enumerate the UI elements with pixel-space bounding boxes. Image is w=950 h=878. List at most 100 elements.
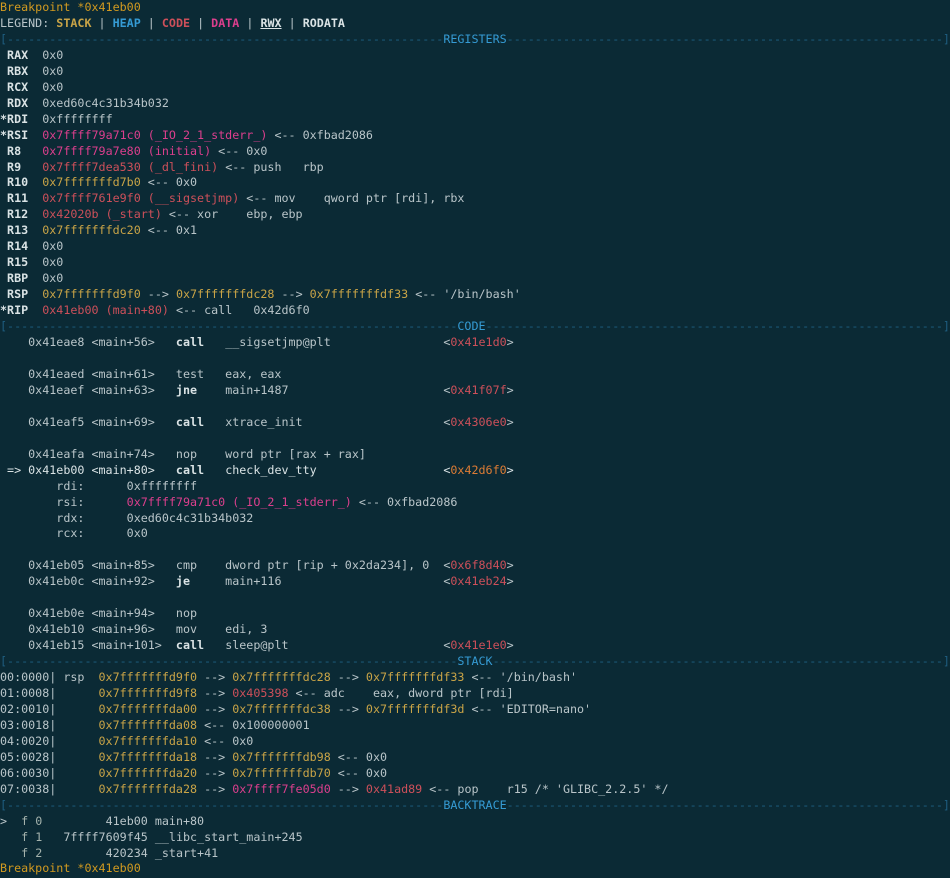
code-row: 0x41eb05 <main+85> cmp dword ptr [rip + … <box>0 558 950 574</box>
register-row-rbp: RBP 0x0 <box>0 271 950 287</box>
stack-row: 00:0000| rsp 0x7fffffffd9f0 --> 0x7fffff… <box>0 670 950 686</box>
token: --> <box>197 686 232 700</box>
section-separator-backtrace: [---------------------------------------… <box>0 798 950 814</box>
token: main+116 <box>190 574 443 588</box>
call-arg-row-rdi: rdi: 0xffffffff <box>0 479 950 495</box>
token: <-- 0xfbad2086 <box>267 128 373 142</box>
token: RSP <box>0 287 42 301</box>
token: | <box>190 16 211 30</box>
token: > <box>507 383 514 397</box>
token: <-- 0x100000001 <box>197 718 310 732</box>
token: 0x41eafa <main+74> <box>0 447 176 461</box>
backtrace-row: f 1 7ffff7609f45 __libc_start_main+245 <box>0 830 950 846</box>
separator-dashes: [---------------------------------------… <box>0 798 443 812</box>
call-arg-row-rsi: rsi: 0x7ffff79a71c0 (_IO_2_1_stderr_) <-… <box>0 495 950 511</box>
token: | <box>239 16 260 30</box>
separator-dashes: ----------------------------------------… <box>493 654 950 668</box>
token: nop word ptr [rax + rax] <box>176 447 366 461</box>
token: 0x7fffffffdb70 <box>232 766 331 780</box>
blank <box>0 399 7 413</box>
token: 0x7ffff761e9f0 (__sigsetjmp) <box>42 191 239 205</box>
token: | <box>91 16 112 30</box>
breakpoint-message: Breakpoint *0x41eb00 <box>0 0 950 16</box>
token: 0x7fffffffda10 <box>99 734 198 748</box>
breakpoint-message: Breakpoint *0x41eb00 <box>0 861 950 877</box>
section-label: BACKTRACE <box>443 798 506 812</box>
token: RAX <box>0 48 42 62</box>
token: 0x41eb0e <main+94> <box>0 606 176 620</box>
backtrace-row: f 2 420234 _start+41 <box>0 846 950 862</box>
token: <-- push rbp <box>218 160 324 174</box>
token: --> <box>197 766 232 780</box>
token: 0x41eb24 <box>450 574 506 588</box>
code-row-current: => 0x41eb00 <main+80> call check_dev_tty… <box>0 463 950 479</box>
token: 0x7fffffffda28 <box>99 782 198 796</box>
token <box>0 830 21 844</box>
stack-row: 03:0018| 0x7fffffffda08 <-- 0x100000001 <box>0 718 950 734</box>
code-row: 0x41eb0c <main+92> je main+116 <0x41eb24… <box>0 574 950 590</box>
token: 0x41e1e0 <box>450 638 506 652</box>
token: RBX <box>0 64 42 78</box>
token: 0xffffffff <box>42 112 112 126</box>
token: 00:0000| rsp <box>0 670 99 684</box>
token: mov edi, 3 <box>176 622 267 636</box>
token: rdx: 0xed60c4c31b34b032 <box>0 511 253 525</box>
token: 0x0 <box>42 239 63 253</box>
token: R14 <box>0 239 42 253</box>
register-row-rsp: RSP 0x7fffffffd9f0 --> 0x7fffffffdc28 --… <box>0 287 950 303</box>
token: 0x7ffff7dea530 (_dl_fini) <box>42 160 218 174</box>
token: <-- mov qword ptr [rdi], rbx <box>239 191 464 205</box>
token: 41eb00 main+80 <box>42 814 204 828</box>
token: --> <box>331 670 366 684</box>
register-row-r14: R14 0x0 <box>0 239 950 255</box>
token: RCX <box>0 80 42 94</box>
code-row: 0x41eaef <main+63> jne main+1487 <0x41f0… <box>0 383 950 399</box>
token: 0x7ffff79a7e80 (initial) <box>42 144 211 158</box>
token: RWX <box>260 16 281 30</box>
blank-line <box>0 590 950 606</box>
token: > <box>507 638 514 652</box>
token: <-- 0x0 <box>331 750 387 764</box>
token: 0x41eb05 <main+85> <box>0 558 176 572</box>
separator-dashes: ----------------------------------------… <box>486 319 950 333</box>
debugger-terminal[interactable]: Breakpoint *0x41eb00LEGEND: STACK | HEAP… <box>0 0 950 878</box>
register-row-r8: R8 0x7ffff79a7e80 (initial) <-- 0x0 <box>0 144 950 160</box>
token: <-- 0x0 <box>197 734 253 748</box>
blank <box>0 431 7 445</box>
token: 0x0 <box>42 255 63 269</box>
section-label: CODE <box>457 319 485 333</box>
separator-dashes: ----------------------------------------… <box>507 32 950 46</box>
token: Breakpoint *0x41eb00 <box>0 0 141 14</box>
blank-line <box>0 399 950 415</box>
code-row: 0x41eaed <main+61> test eax, eax <box>0 367 950 383</box>
token: 7ffff7609f45 __libc_start_main+245 <box>42 830 302 844</box>
token: 0x7fffffffd9f8 <box>99 686 198 700</box>
token: RBP <box>0 271 42 285</box>
register-row-rsi: *RSI 0x7ffff79a71c0 (_IO_2_1_stderr_) <-… <box>0 128 950 144</box>
token: 420234 _start+41 <box>42 846 218 860</box>
token: > <box>507 558 514 572</box>
token: 0x7fffffffdb98 <box>232 750 331 764</box>
token: 0x42d6f0 <box>450 463 506 477</box>
token: jne <box>176 383 197 397</box>
token: 0x41f07f <box>450 383 506 397</box>
token: <-- adc eax, dword ptr [rdi] <box>289 686 514 700</box>
token: | <box>282 16 303 30</box>
token <box>0 846 21 860</box>
token: 01:0008| <box>0 686 99 700</box>
token: <-- 0x0 <box>331 766 387 780</box>
separator-dashes: [---------------------------------------… <box>0 654 457 668</box>
token: RDX <box>0 96 42 110</box>
token: 0x7ffff7fe05d0 <box>232 782 331 796</box>
stack-row: 06:0030| 0x7fffffffda20 --> 0x7fffffffdb… <box>0 766 950 782</box>
token: call <box>176 638 204 652</box>
register-row-r10: R10 0x7fffffffd7b0 <-- 0x0 <box>0 175 950 191</box>
token: 0x42020b (_start) <box>42 207 162 221</box>
token: xtrace_init <box>204 415 443 429</box>
token: 0x41e1d0 <box>450 335 506 349</box>
register-row-rbx: RBX 0x0 <box>0 64 950 80</box>
token: R12 <box>0 207 42 221</box>
token: 0x7fffffffda18 <box>99 750 198 764</box>
token: *RIP <box>0 303 42 317</box>
token: f 0 <box>21 814 42 828</box>
